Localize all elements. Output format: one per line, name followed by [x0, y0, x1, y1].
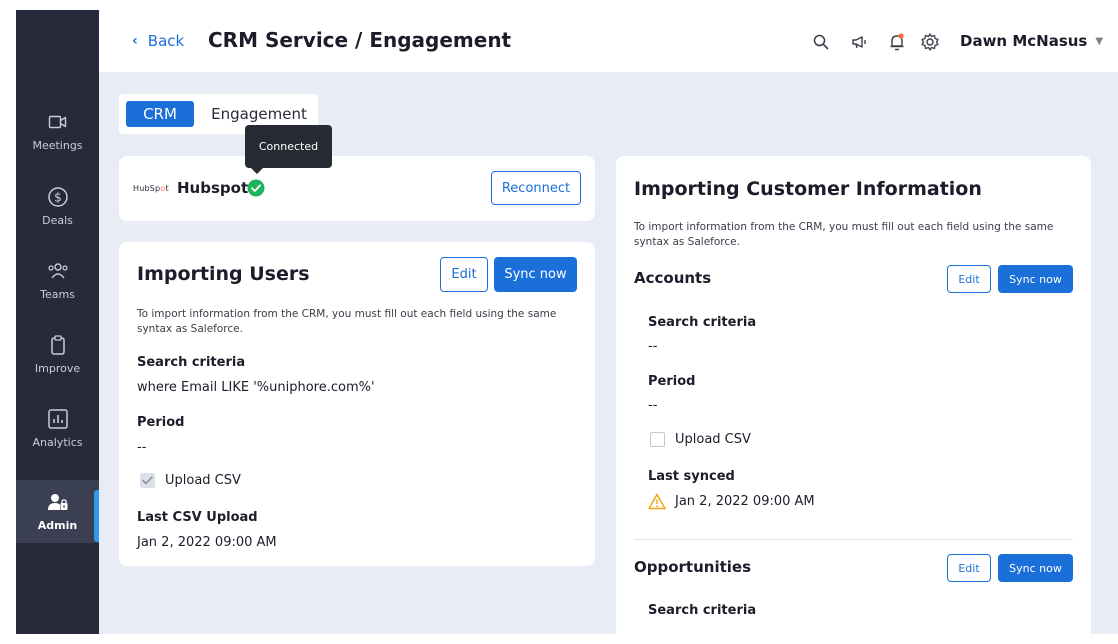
sidebar-item-admin[interactable]: Admin — [16, 480, 99, 543]
sidebar-item-deals[interactable]: $ Deals — [16, 175, 99, 237]
sidebar-item-analytics[interactable]: Analytics — [16, 397, 99, 459]
last-csv-upload-value: Jan 2, 2022 09:00 AM — [137, 535, 277, 550]
gear-icon[interactable] — [920, 32, 940, 52]
opportunities-title: Opportunities — [634, 558, 752, 576]
search-criteria-value: where Email LIKE '%uniphore.com%' — [137, 380, 375, 395]
accounts-title: Accounts — [634, 269, 712, 287]
clipboard-icon — [47, 334, 69, 356]
sidebar: Meetings $ Deals Teams Improve Analytics — [16, 10, 99, 634]
last-synced-label: Last synced — [648, 469, 735, 484]
accounts-upload-csv-label: Upload CSV — [675, 432, 751, 447]
sidebar-item-label: Improve — [34, 361, 81, 375]
hubspot-connection-card: HubSpot Hubspot Reconnect — [119, 156, 595, 221]
tab-crm[interactable]: CRM — [126, 101, 194, 127]
megaphone-icon[interactable] — [850, 32, 870, 52]
chevron-left-icon: ‹ — [132, 33, 138, 49]
period-value: -- — [137, 440, 147, 455]
hubspot-logo: HubSpot — [133, 184, 169, 193]
period-label: Period — [137, 415, 185, 430]
opportunities-sync-now-button[interactable]: Sync now — [998, 554, 1073, 582]
upload-csv-checkbox[interactable] — [140, 473, 155, 488]
edit-button[interactable]: Edit — [440, 257, 488, 292]
top-header: ‹ Back CRM Service / Engagement Dawn McN… — [99, 10, 1118, 72]
warning-icon — [648, 493, 666, 510]
checkmark-icon — [142, 476, 153, 485]
app-frame: Meetings $ Deals Teams Improve Analytics — [16, 10, 1118, 634]
importing-users-description: To import information from the CRM, you … — [137, 308, 557, 335]
user-name: Dawn McNasus — [960, 32, 1088, 50]
sidebar-item-label: Teams — [40, 287, 75, 301]
sidebar-item-improve[interactable]: Improve — [16, 323, 99, 385]
importing-customer-info-card: Importing Customer Information To import… — [616, 156, 1091, 634]
sidebar-item-label: Analytics — [32, 435, 83, 449]
sidebar-item-label: Meetings — [32, 138, 83, 152]
admin-icon — [47, 491, 69, 513]
page-title: CRM Service / Engagement — [208, 28, 512, 52]
back-link[interactable]: ‹ Back — [132, 32, 184, 50]
accounts-search-criteria-value: -- — [648, 339, 658, 354]
accounts-upload-csv-checkbox[interactable] — [650, 432, 665, 447]
search-criteria-label: Search criteria — [137, 355, 246, 370]
upload-csv-label: Upload CSV — [165, 473, 241, 488]
customer-info-description: To import information from the CRM, you … — [634, 221, 1054, 248]
opportunities-edit-button[interactable]: Edit — [947, 554, 991, 582]
bell-icon[interactable] — [887, 32, 907, 52]
importing-users-title: Importing Users — [137, 263, 310, 285]
svg-text:$: $ — [54, 190, 62, 204]
tab-engagement[interactable]: Engagement — [207, 101, 311, 127]
sidebar-item-teams[interactable]: Teams — [16, 249, 99, 311]
last-csv-upload-label: Last CSV Upload — [137, 510, 258, 525]
section-divider — [634, 539, 1073, 540]
teams-icon — [47, 260, 69, 282]
sidebar-item-meetings[interactable]: Meetings — [16, 100, 99, 162]
reconnect-button[interactable]: Reconnect — [491, 171, 581, 205]
accounts-period-value: -- — [648, 398, 658, 413]
sync-now-button[interactable]: Sync now — [494, 257, 577, 292]
user-menu[interactable]: Dawn McNasus ▼ — [960, 32, 1103, 50]
chevron-down-icon: ▼ — [1095, 35, 1104, 47]
dollar-icon: $ — [47, 186, 69, 208]
importing-users-card: Importing Users Edit Sync now To import … — [119, 242, 595, 566]
connected-tooltip: Connected — [245, 125, 332, 174]
analytics-icon — [47, 408, 69, 430]
back-label: Back — [147, 32, 185, 50]
video-icon — [47, 111, 69, 133]
opportunities-search-criteria-label: Search criteria — [648, 603, 757, 618]
search-icon[interactable] — [811, 32, 831, 52]
crm-name: Hubspot — [177, 179, 249, 197]
sidebar-item-label: Deals — [42, 213, 73, 227]
check-circle-icon — [247, 179, 265, 197]
accounts-sync-now-button[interactable]: Sync now — [998, 265, 1073, 293]
customer-info-title: Importing Customer Information — [634, 178, 982, 200]
accounts-period-label: Period — [648, 374, 696, 389]
accounts-search-criteria-label: Search criteria — [648, 315, 757, 330]
accounts-edit-button[interactable]: Edit — [947, 265, 991, 293]
sidebar-item-label: Admin — [37, 519, 78, 532]
last-synced-value: Jan 2, 2022 09:00 AM — [675, 494, 815, 509]
